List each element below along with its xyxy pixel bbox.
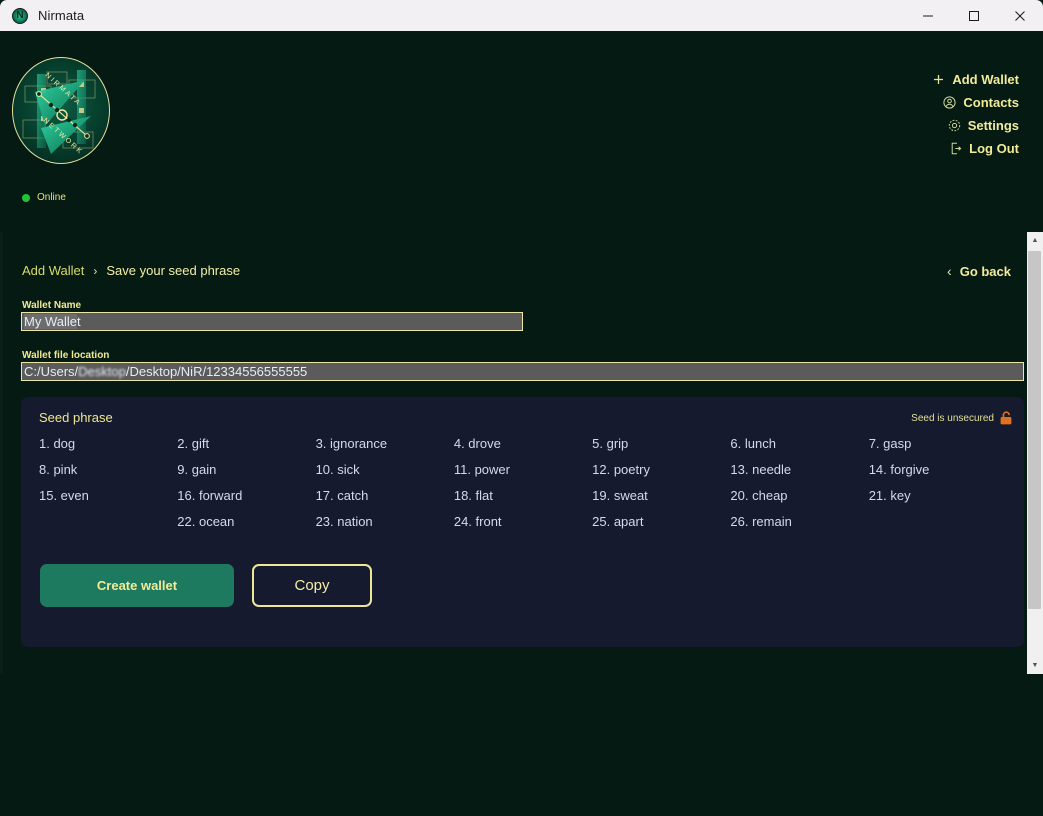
seed-phrase-title: Seed phrase [39,410,113,425]
seed-word: 13. needle [730,463,868,477]
seed-word: 1. dog [39,437,177,451]
nav-item-contacts[interactable]: Contacts [932,95,1019,110]
seed-word: 12. poetry [592,463,730,477]
seed-word: 6. lunch [730,437,868,451]
nav-item-log-out[interactable]: Log Out [932,141,1019,156]
connection-status: Online [22,192,66,203]
seed-word: 11. power [454,463,592,477]
status-label: Online [37,192,66,203]
maximize-icon[interactable] [951,0,997,31]
card-actions: Create wallet Copy [40,564,372,607]
seed-word: 18. flat [454,489,592,503]
breadcrumb: Add Wallet › Save your seed phrase [22,263,240,278]
wallet-name-trailing-text: t [77,314,81,329]
chevron-left-icon: ‹ [947,263,952,279]
copy-button[interactable]: Copy [252,564,372,607]
gear-icon [948,119,961,132]
status-dot-icon [22,194,30,202]
seed-word: 5. grip [592,437,730,451]
path-suffix: /Desktop/NiR/12334556555555 [126,364,307,379]
content-left-edge [0,232,3,674]
nirmata-network-logo: NIRMATA NETWORK [12,57,110,164]
breadcrumb-current: Save your seed phrase [106,263,240,278]
minimize-icon[interactable] [905,0,951,31]
nav-item-settings[interactable]: Settings [932,118,1019,133]
main-content: Add Wallet › Save your seed phrase ‹ Go … [8,232,1035,674]
breadcrumb-separator-icon: › [93,264,97,278]
wallet-file-location-label: Wallet file location [22,350,109,361]
go-back-button[interactable]: ‹ Go back [947,263,1011,279]
seed-word: 23. nation [316,515,454,529]
seed-word: 22. ocean [177,515,315,529]
path-prefix: C:/Users/ [24,364,78,379]
nav-item-add-wallet[interactable]: Add Wallet [932,72,1019,87]
seed-word: 3. ignorance [316,437,454,451]
path-redacted-segment: Desktop [78,364,126,379]
nav-label-log-out: Log Out [969,141,1019,156]
window-controls [905,0,1043,31]
seed-security-badge: Seed is unsecured [911,411,1012,425]
go-back-label: Go back [960,264,1011,279]
seed-phrase-card: Seed phrase Seed is unsecured 1. dog 2. … [21,397,1024,647]
window-title: Nirmata [38,8,84,23]
wallet-name-selected-text: My Walle [24,314,77,329]
nirmata-logo-icon: N [12,8,28,24]
contacts-user-icon [943,96,956,109]
seed-word: 8. pink [39,463,177,477]
scroll-up-arrow-icon[interactable]: ▲ [1027,232,1043,249]
seed-word: 26. remain [730,515,868,529]
plus-icon [932,73,945,86]
seed-word: 25. apart [592,515,730,529]
seed-word: 2. gift [177,437,315,451]
seed-security-label: Seed is unsecured [911,413,994,424]
top-nav: Add Wallet Contacts Settings [932,72,1019,156]
vertical-scrollbar[interactable]: ▲ ▼ [1027,232,1043,674]
wallet-name-input[interactable]: My Wallet [21,312,523,331]
seed-word: 20. cheap [730,489,868,503]
seed-word: 21. key [869,489,1007,503]
nav-label-contacts: Contacts [963,95,1019,110]
seed-word: 17. catch [316,489,454,503]
seed-word: 9. gain [177,463,315,477]
nav-label-add-wallet: Add Wallet [952,72,1019,87]
app-window: N Nirmata [0,0,1043,816]
wallet-file-location-input[interactable]: C:/Users/Desktop/Desktop/NiR/12334556555… [21,362,1024,381]
nav-label-settings: Settings [968,118,1019,133]
seed-word: 4. drove [454,437,592,451]
seed-word: 14. forgive [869,463,1007,477]
scroll-down-arrow-icon[interactable]: ▼ [1027,657,1043,674]
seed-word: 24. front [454,515,592,529]
seed-word: 7. gasp [869,437,1007,451]
unlocked-padlock-icon [1000,411,1012,425]
seed-word: 19. sweat [592,489,730,503]
scrollbar-track[interactable] [1027,249,1043,657]
window-title-bar: N Nirmata [0,0,1043,31]
seed-word: 15. even [39,489,177,503]
scrollbar-thumb[interactable] [1028,251,1041,609]
wallet-name-label: Wallet Name [22,300,81,311]
logout-icon [949,142,962,155]
breadcrumb-parent[interactable]: Add Wallet [22,263,84,278]
close-icon[interactable] [997,0,1043,31]
seed-word: 10. sick [316,463,454,477]
seed-word: 16. forward [177,489,315,503]
seed-word-grid: 1. dog 2. gift 3. ignorance 4. drove 5. … [39,437,1007,529]
create-wallet-button[interactable]: Create wallet [40,564,234,607]
